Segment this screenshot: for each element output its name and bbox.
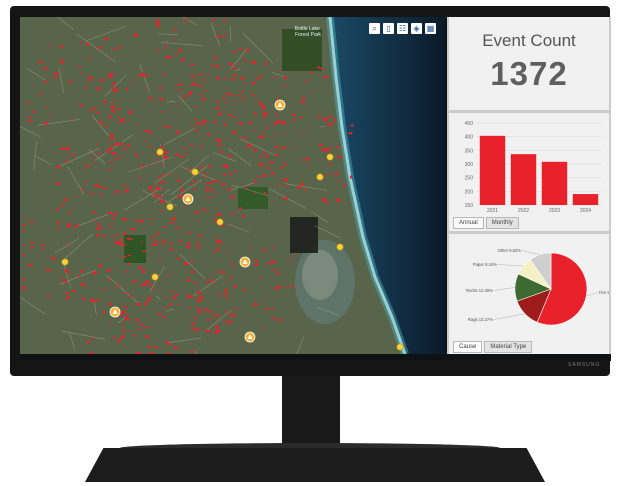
monitor-brand: SAMSUNG <box>568 362 601 368</box>
pie-leader-line <box>521 250 541 255</box>
pie-label: Rocks 12.39% <box>466 288 493 293</box>
bar-y-tick-label: 350 <box>465 148 474 154</box>
filter-icon[interactable]: ☷ <box>397 23 408 34</box>
tab-annual[interactable]: Annual <box>453 217 484 229</box>
pie-label: Rags 13.27% <box>468 317 493 322</box>
svg-text:Bottle Lake Forest Par: Bottle Lake Forest Park <box>295 26 322 38</box>
annual-bar-chart: 150 200 250 300 350 400 450 2021 2022 2023 2024 <box>465 121 601 214</box>
cause-chart-card: Fire 56.27% Rags 13.27% Rocks 12.39% Paper … <box>449 234 611 354</box>
search-icon[interactable]: ⌕ <box>369 23 380 34</box>
bookmark-icon[interactable]: ▯ <box>383 23 394 34</box>
bar-2021[interactable] <box>479 135 506 205</box>
cause-pie-chart: Fire 56.27% Rags 13.27% Rocks 12.39% Paper … <box>466 248 611 326</box>
map-toolbar: ⌕ ▯ ☷ ◈ ▦ <box>369 23 436 34</box>
event-count-card: Event Count 1372 <box>449 17 609 110</box>
bar-2023[interactable] <box>541 161 568 205</box>
basemap-icon[interactable]: ▦ <box>425 23 436 34</box>
bar-x-tick-label: 2022 <box>518 208 529 214</box>
bar-y-tick-label: 150 <box>465 203 474 209</box>
tab-monthly[interactable]: Monthly <box>485 217 519 229</box>
chart-tabs: Annual Monthly <box>453 217 519 229</box>
annual-chart-card: 150 200 250 300 350 400 450 2021 2022 2023 2024 An… <box>449 113 609 231</box>
pie-leader-line <box>497 264 524 267</box>
pie-label: Other 9.83% <box>497 248 521 253</box>
bar-x-tick-label: 2021 <box>487 208 498 214</box>
dashboard-screen: Bottle Lake Forest Park ⌕ ▯ ☷ ◈ ▦ Event … <box>20 17 611 361</box>
satellite-map[interactable]: Bottle Lake Forest Park <box>20 17 445 354</box>
pie-tabs: Cause Material Type <box>453 341 533 353</box>
bar-y-tick-label: 200 <box>465 189 474 195</box>
event-count-value: 1372 <box>490 55 568 92</box>
tab-cause[interactable]: Cause <box>453 341 483 353</box>
monitor-stand-base <box>85 448 545 482</box>
pie-label: Fire 56.27% <box>599 290 609 295</box>
pie-label: Paper 8.24% <box>473 262 497 267</box>
bar-y-tick-label: 450 <box>465 121 474 127</box>
layers-icon[interactable]: ◈ <box>411 23 422 34</box>
bar-x-tick-label: 2023 <box>549 208 560 214</box>
bar-y-tick-label: 400 <box>465 135 474 141</box>
tab-material-type[interactable]: Material Type <box>484 341 533 353</box>
dashboard-sidebar: Event Count 1372 150 200 250 300 350 400 450 20… <box>447 17 611 354</box>
pie-leader-line <box>493 313 525 320</box>
monitor-stand-neck <box>282 376 340 450</box>
bar-x-tick-label: 2024 <box>580 208 591 214</box>
pie-leader-line <box>586 292 599 297</box>
bar-2024[interactable] <box>572 194 599 205</box>
bar-2022[interactable] <box>510 154 537 205</box>
pie-leader-line <box>493 287 516 291</box>
event-count-title: Event Count <box>482 31 576 50</box>
map-view[interactable]: Bottle Lake Forest Park ⌕ ▯ ☷ ◈ ▦ <box>20 17 445 354</box>
map-label-forest-park: Forest Park <box>295 32 321 38</box>
bar-y-tick-label: 250 <box>465 176 474 182</box>
bar-y-tick-label: 300 <box>465 162 474 168</box>
